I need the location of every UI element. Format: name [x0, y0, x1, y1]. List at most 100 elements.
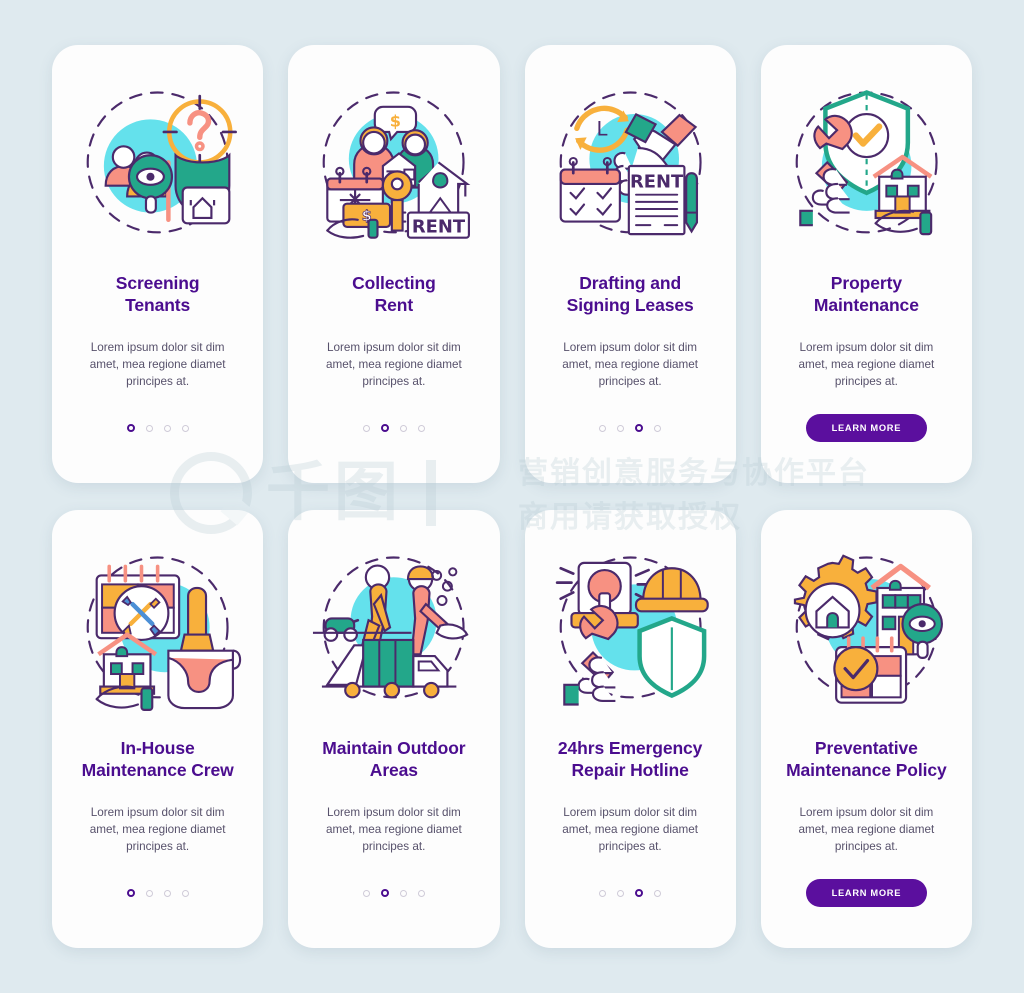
pagination-dot-active[interactable]	[380, 889, 389, 897]
pagination-dots	[599, 424, 662, 432]
learn-more-button[interactable]: LEARN MORE	[805, 414, 928, 442]
card-title-line: Rent	[374, 295, 414, 316]
card-title-line: Maintenance Policy	[786, 760, 947, 781]
card-body-line: principes at.	[126, 375, 190, 389]
card-footer	[541, 876, 720, 928]
card-body-line: Lorem ipsum dolor sit dim	[326, 340, 461, 354]
card-title-line: Collecting	[352, 273, 436, 293]
card-body-line: Lorem ipsum dolor sit dim	[799, 805, 934, 819]
pagination-dot[interactable]	[163, 424, 171, 432]
card-body-line: Lorem ipsum dolor sit dim	[799, 340, 934, 354]
card-body-text: Lorem ipsum dolor sit dim amet, mea regio…	[798, 339, 934, 391]
card-body-line: amet, mea regione diamet	[798, 823, 935, 837]
card-footer	[541, 411, 720, 463]
card-footer	[68, 411, 247, 463]
svg-text:L: L	[596, 117, 607, 140]
card-footer	[304, 411, 483, 463]
card-footer	[68, 876, 247, 928]
card-title-line: Maintain Outdoor	[322, 738, 466, 758]
pagination-dot-active[interactable]	[380, 424, 389, 432]
pagination-dot-active[interactable]	[126, 424, 135, 432]
onboarding-card-drafting-signing-leases[interactable]: L RENT Drafting and Signing Leases Lorem i…	[524, 45, 736, 483]
card-title: Collecting Rent	[352, 272, 436, 317]
rent-key-calendar-icon: $ $ RENT	[322, 90, 471, 239]
card-title: Maintain Outdoor Areas	[322, 737, 465, 782]
onboarding-card-screening-tenants[interactable]: Screening Tenants Lorem ipsum dolor sit di…	[52, 45, 264, 483]
card-title: Preventative Maintenance Policy	[786, 737, 947, 782]
pagination-dot[interactable]	[417, 424, 425, 432]
card-title-line: Preventative	[814, 738, 918, 758]
pagination-dot[interactable]	[399, 889, 407, 897]
card-body-line: Lorem ipsum dolor sit dim	[563, 340, 698, 354]
card-body-text: Lorem ipsum dolor sit dim amet, mea regio…	[326, 804, 462, 856]
card-body-line: principes at.	[834, 840, 898, 854]
onboarding-card-in-house-maintenance-crew[interactable]: In-House Maintenance Crew Lorem ipsum dolo…	[52, 510, 264, 948]
card-body-text: Lorem ipsum dolor sit dim amet, mea regio…	[562, 804, 698, 856]
illustration-24hrs-emergency-repair-hotline	[541, 528, 720, 733]
card-body-text: Lorem ipsum dolor sit dim amet, mea regio…	[798, 804, 934, 856]
illustration-property-maintenance	[777, 63, 956, 268]
card-title-line: Areas	[369, 760, 418, 781]
onboarding-card-24hrs-emergency-repair-hotline[interactable]: 24hrs Emergency Repair Hotline Lorem ipsum…	[524, 510, 736, 948]
pagination-dot[interactable]	[417, 889, 425, 897]
onboarding-card-maintain-outdoor-areas[interactable]: Maintain Outdoor Areas Lorem ipsum dolor s…	[288, 510, 500, 948]
pagination-dot[interactable]	[362, 424, 370, 432]
pagination-dot-active[interactable]	[126, 889, 135, 897]
card-title: In-House Maintenance Crew	[82, 737, 234, 782]
card-footer: LEARN MORE	[777, 411, 956, 463]
onboarding-card-collecting-rent[interactable]: $ $ RENT Collecting Rent Lorem ipsum dolor …	[288, 45, 500, 483]
card-title-line: Screening	[115, 273, 200, 293]
pagination-dot[interactable]	[181, 424, 189, 432]
card-title-line: Maintenance Crew	[81, 760, 234, 781]
card-body-line: principes at.	[362, 375, 426, 389]
pagination-dot[interactable]	[163, 889, 171, 897]
pagination-dot[interactable]	[362, 889, 370, 897]
card-body-line: principes at.	[598, 375, 662, 389]
card-body-line: principes at.	[598, 840, 662, 854]
pagination-dots	[362, 889, 425, 897]
card-body-line: amet, mea regione diamet	[325, 358, 462, 372]
card-title-line: Tenants	[125, 295, 191, 316]
card-body-line: principes at.	[834, 375, 898, 389]
svg-text:RENT: RENT	[412, 216, 466, 237]
card-title-line: In-House	[120, 738, 195, 758]
pagination-dots	[126, 889, 189, 897]
onboarding-card-preventative-maintenance-policy[interactable]: Preventative Maintenance Policy Lorem ipsu…	[760, 510, 972, 948]
card-body-text: Lorem ipsum dolor sit dim amet, mea regio…	[326, 339, 462, 391]
card-body-line: amet, mea regione diamet	[89, 823, 226, 837]
card-body-line: Lorem ipsum dolor sit dim	[90, 340, 225, 354]
onboarding-card-property-maintenance[interactable]: Property Maintenance Lorem ipsum dolor sit…	[760, 45, 972, 483]
card-title: Drafting and Signing Leases	[567, 272, 694, 317]
card-body-line: Lorem ipsum dolor sit dim	[90, 805, 225, 819]
card-title-line: Drafting and	[579, 273, 682, 293]
pagination-dot-active[interactable]	[635, 424, 644, 432]
pagination-dot[interactable]	[599, 889, 607, 897]
card-title-line: 24hrs Emergency	[557, 738, 703, 758]
card-title: 24hrs Emergency Repair Hotline	[557, 737, 703, 782]
svg-text:$: $	[390, 111, 401, 130]
card-body-text: Lorem ipsum dolor sit dim amet, mea regio…	[90, 339, 226, 391]
siren-helmet-wrench-shield-icon	[555, 555, 709, 706]
card-body-line: amet, mea regione diamet	[562, 358, 699, 372]
pagination-dot-active[interactable]	[635, 889, 644, 897]
pagination-dot[interactable]	[654, 424, 662, 432]
illustration-maintain-outdoor-areas	[304, 528, 483, 733]
pagination-dot[interactable]	[145, 889, 153, 897]
shield-wrench-house-icon	[795, 89, 938, 235]
card-body-line: Lorem ipsum dolor sit dim	[326, 805, 461, 819]
pagination-dot[interactable]	[599, 424, 607, 432]
pagination-dot[interactable]	[617, 889, 625, 897]
pagination-dot[interactable]	[181, 889, 189, 897]
card-title-line: Maintenance	[813, 295, 919, 316]
learn-more-button[interactable]: LEARN MORE	[805, 879, 928, 907]
pagination-dot[interactable]	[399, 424, 407, 432]
pagination-dot[interactable]	[617, 424, 625, 432]
card-title-line: Repair Hotline	[571, 760, 689, 781]
card-body-line: principes at.	[126, 840, 190, 854]
card-title: Screening Tenants	[116, 272, 200, 317]
pagination-dot[interactable]	[145, 424, 153, 432]
onboarding-screens-board: Screening Tenants Lorem ipsum dolor sit di…	[0, 0, 1024, 993]
card-body-line: amet, mea regione diamet	[89, 358, 226, 372]
card-footer: LEARN MORE	[777, 876, 956, 928]
pagination-dot[interactable]	[654, 889, 662, 897]
